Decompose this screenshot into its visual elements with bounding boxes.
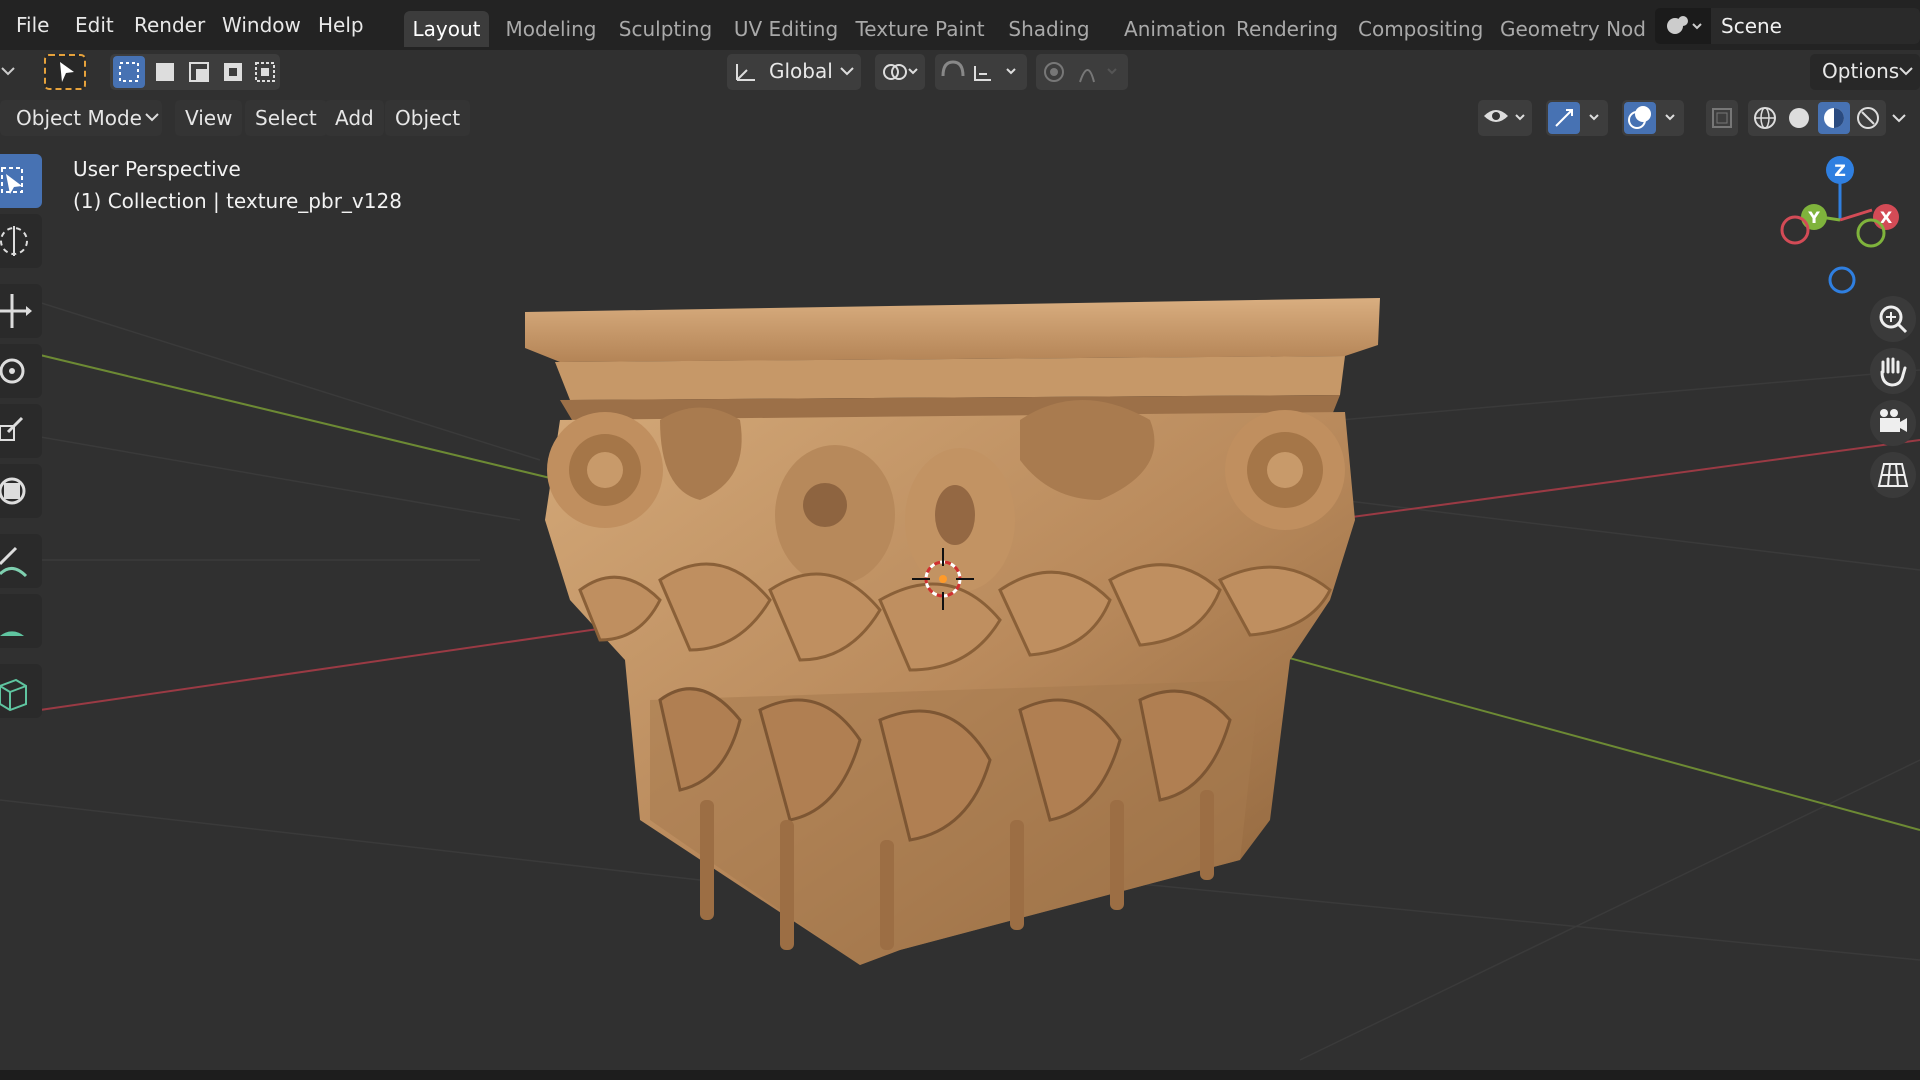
- gizmo-neg-z-icon[interactable]: [1828, 266, 1856, 294]
- zoom-icon: [1879, 305, 1908, 334]
- arrow-cursor-icon: [60, 62, 74, 82]
- transform-orientation-label: Global: [769, 59, 833, 83]
- tab-shading[interactable]: Shading: [1003, 11, 1095, 47]
- gizmo-icon: [1548, 102, 1599, 134]
- tab-modeling[interactable]: Modeling: [500, 11, 602, 47]
- visibility-dropdown[interactable]: [1478, 100, 1532, 136]
- x-axis-line: [1329, 439, 1920, 521]
- tab-uv-editing[interactable]: UV Editing: [730, 11, 842, 47]
- options-dropdown[interactable]: Options: [1810, 54, 1920, 90]
- status-bar: [0, 1070, 1920, 1080]
- navigation-gizmo[interactable]: Z X Y: [1770, 150, 1910, 300]
- menu-select[interactable]: Select: [245, 100, 327, 136]
- xray-toggle[interactable]: [1706, 100, 1738, 136]
- overlays-icon: [1624, 102, 1675, 134]
- add-cube-tool[interactable]: [0, 664, 42, 718]
- chevron-down-icon: [1899, 67, 1913, 76]
- scene-selector[interactable]: Scene: [1655, 8, 1920, 44]
- tab-animation[interactable]: Animation: [1110, 11, 1240, 47]
- move-icon: [0, 294, 32, 328]
- gizmo-neg-x-icon[interactable]: [1780, 215, 1810, 245]
- select-mode-buttons: [110, 54, 280, 90]
- snap-magnet-icon: [941, 60, 1016, 81]
- camera-view-button[interactable]: [1870, 400, 1916, 446]
- measure-tool[interactable]: [0, 594, 42, 648]
- gizmo-z-label: Z: [1834, 161, 1846, 180]
- menu-view[interactable]: View: [175, 100, 243, 136]
- viewport-info: User Perspective (1) Collection | textur…: [73, 153, 402, 217]
- menu-file[interactable]: File: [16, 10, 49, 40]
- menu-render[interactable]: Render: [134, 10, 205, 40]
- proportional-edit-icon: [1044, 62, 1117, 83]
- top-bar: File Edit Render Window Help Layout Mode…: [0, 0, 1920, 50]
- shading-mode-icons[interactable]: [1748, 100, 1886, 136]
- transform-orientation-dropdown[interactable]: Global: [727, 54, 861, 90]
- eye-icon: [1484, 110, 1525, 122]
- select-box-icon: [1, 167, 23, 194]
- tab-texture-paint[interactable]: Texture Paint: [855, 11, 985, 47]
- shading-modes: [1748, 100, 1886, 136]
- gizmo-neg-y-icon[interactable]: [1856, 218, 1886, 248]
- tab-rendering[interactable]: Rendering: [1236, 11, 1338, 47]
- annotate-icon: [0, 546, 28, 578]
- y-axis-line: [39, 354, 601, 491]
- object-origin: [939, 575, 947, 583]
- rotate-icon: [0, 358, 25, 384]
- tool-select-button[interactable]: [44, 54, 86, 90]
- tool-header: Global Options: [0, 50, 1920, 94]
- mode-label: Object Mode: [16, 106, 142, 130]
- chevron-down-icon: [840, 67, 854, 76]
- menu-edit[interactable]: Edit: [75, 10, 114, 40]
- hand-pan-icon: [1880, 357, 1907, 387]
- mode-dropdown[interactable]: Object Mode: [0, 100, 162, 136]
- zoom-button[interactable]: [1870, 296, 1916, 342]
- cursor-tool[interactable]: [0, 214, 42, 268]
- tab-compositing[interactable]: Compositing: [1358, 11, 1483, 47]
- menu-help[interactable]: Help: [318, 10, 364, 40]
- xray-icon: [1712, 108, 1732, 128]
- proportional-editing-dropdown[interactable]: [1036, 54, 1128, 90]
- tab-geometry-nodes[interactable]: Geometry Nod: [1500, 11, 1645, 47]
- menu-add[interactable]: Add: [325, 100, 384, 136]
- options-label: Options: [1822, 59, 1900, 83]
- scale-icon: [0, 416, 24, 441]
- pivot-icon: [883, 64, 918, 80]
- camera-icon: [1880, 409, 1907, 432]
- tab-layout[interactable]: Layout: [404, 11, 489, 47]
- 3d-viewport[interactable]: User Perspective (1) Collection | textur…: [0, 0, 1920, 1080]
- select-mode-icons[interactable]: [110, 54, 280, 90]
- pivot-point-dropdown[interactable]: [875, 54, 925, 90]
- toggle-perspective-button[interactable]: [1870, 452, 1916, 498]
- move-tool[interactable]: [0, 284, 42, 338]
- rotate-tool[interactable]: [0, 344, 42, 398]
- collection-label: (1) Collection | texture_pbr_v128: [73, 189, 402, 213]
- grid-perspective-icon: [1877, 463, 1909, 487]
- add-cube-icon: [0, 678, 27, 712]
- x-axis-line: [39, 619, 661, 711]
- menu-window[interactable]: Window: [222, 10, 301, 40]
- capital-object[interactable]: [525, 298, 1380, 965]
- orientation-axes-icon: [736, 64, 755, 81]
- shading-options-chevron-icon[interactable]: [1890, 112, 1910, 126]
- overlays-toggle[interactable]: [1622, 100, 1684, 136]
- tab-sculpting[interactable]: Sculpting: [613, 11, 718, 47]
- annotate-tool[interactable]: [0, 534, 42, 588]
- gizmo-y-label: Y: [1807, 208, 1820, 227]
- scene-icon: [1667, 16, 1702, 34]
- menu-object[interactable]: Object: [385, 100, 471, 136]
- viewport-header: Object Mode View Select Add Object: [0, 98, 1920, 138]
- chevron-down-icon: [145, 113, 159, 122]
- cursor-icon: [0, 226, 28, 256]
- transform-tool[interactable]: [0, 464, 42, 518]
- snapping-dropdown[interactable]: [935, 54, 1027, 90]
- measure-icon: [0, 631, 24, 636]
- scene-name-field[interactable]: Scene: [1711, 8, 1920, 44]
- scale-tool[interactable]: [0, 404, 42, 458]
- editor-type-dropdown-icon[interactable]: [0, 60, 26, 84]
- transform-icon: [0, 477, 26, 505]
- pan-button[interactable]: [1870, 348, 1916, 394]
- perspective-label: User Perspective: [73, 157, 241, 181]
- gizmo-toggle[interactable]: [1546, 100, 1608, 136]
- select-box-tool[interactable]: [0, 154, 42, 208]
